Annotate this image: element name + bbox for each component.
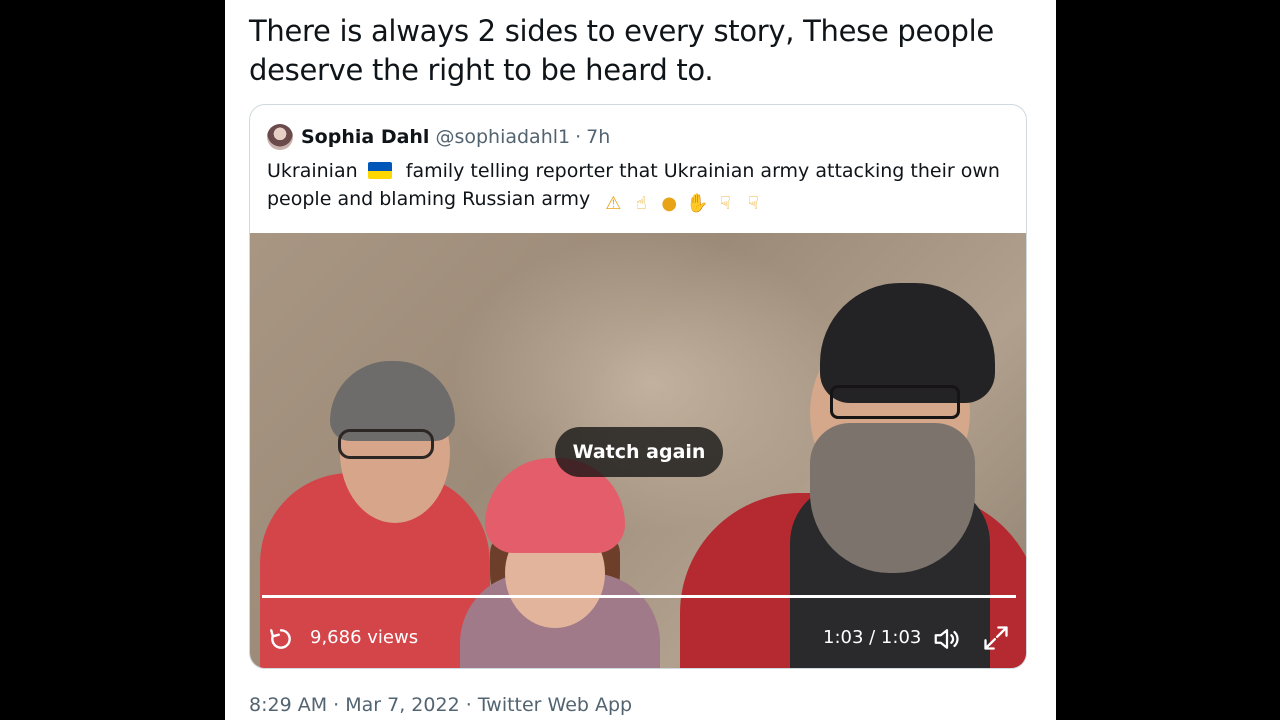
fullscreen-icon[interactable] <box>982 624 1010 652</box>
folded-hands-emoji-icon: ✋ <box>686 193 709 214</box>
quoted-tweet-card[interactable]: Sophia Dahl @sophiadahl1 · 7h Ukrainian … <box>249 104 1027 669</box>
pointing-up-emoji-icon: ☝ <box>635 193 647 214</box>
separator-dot: · <box>575 126 582 148</box>
video-player[interactable]: Watch again 9,686 views 1:03 / 1:03 <box>250 233 1026 668</box>
separator-dot: · <box>465 694 472 716</box>
quoted-author-handle[interactable]: @sophiadahl1 <box>435 126 570 148</box>
man-glasses <box>830 385 960 419</box>
quoted-tweet-header: Sophia Dahl @sophiadahl1 · 7h <box>267 123 610 151</box>
volume-icon[interactable] <box>932 624 962 654</box>
warning-emoji-icon: ⚠ <box>605 193 622 214</box>
pointing-down-emoji-icon: ☟ <box>719 193 731 214</box>
pointing-down-emoji-icon: ☟ <box>747 193 759 214</box>
avatar[interactable] <box>267 124 293 150</box>
quoted-tweet-time[interactable]: 7h <box>586 126 610 148</box>
quoted-text-part-1: Ukrainian <box>267 160 358 182</box>
tweet-time[interactable]: 8:29 AM <box>249 694 327 716</box>
quoted-author-name[interactable]: Sophia Dahl <box>301 126 429 148</box>
watch-again-button[interactable]: Watch again <box>555 427 723 477</box>
tweet-source[interactable]: Twitter Web App <box>478 694 632 716</box>
woman-glasses <box>338 429 434 459</box>
separator-dot: · <box>333 694 340 716</box>
ukraine-flag-icon <box>367 162 392 179</box>
tweet-metadata: 8:29 AM · Mar 7, 2022 · Twitter Web App <box>249 694 632 716</box>
man-beard <box>810 423 975 573</box>
view-count: 9,686 views <box>310 627 419 648</box>
video-controls: 9,686 views 1:03 / 1:03 <box>250 608 1026 668</box>
replay-icon[interactable] <box>268 626 294 652</box>
video-progress-bar[interactable] <box>262 595 1016 598</box>
tweet-panel: There is always 2 sides to every story, … <box>225 0 1056 720</box>
video-time: 1:03 / 1:03 <box>823 627 922 648</box>
quoted-tweet-text: Ukrainian family telling reporter that U… <box>267 157 1007 215</box>
tweet-text: There is always 2 sides to every story, … <box>249 14 994 87</box>
thinking-emoji-icon: ● <box>661 193 678 214</box>
tweet-date[interactable]: Mar 7, 2022 <box>345 694 459 716</box>
